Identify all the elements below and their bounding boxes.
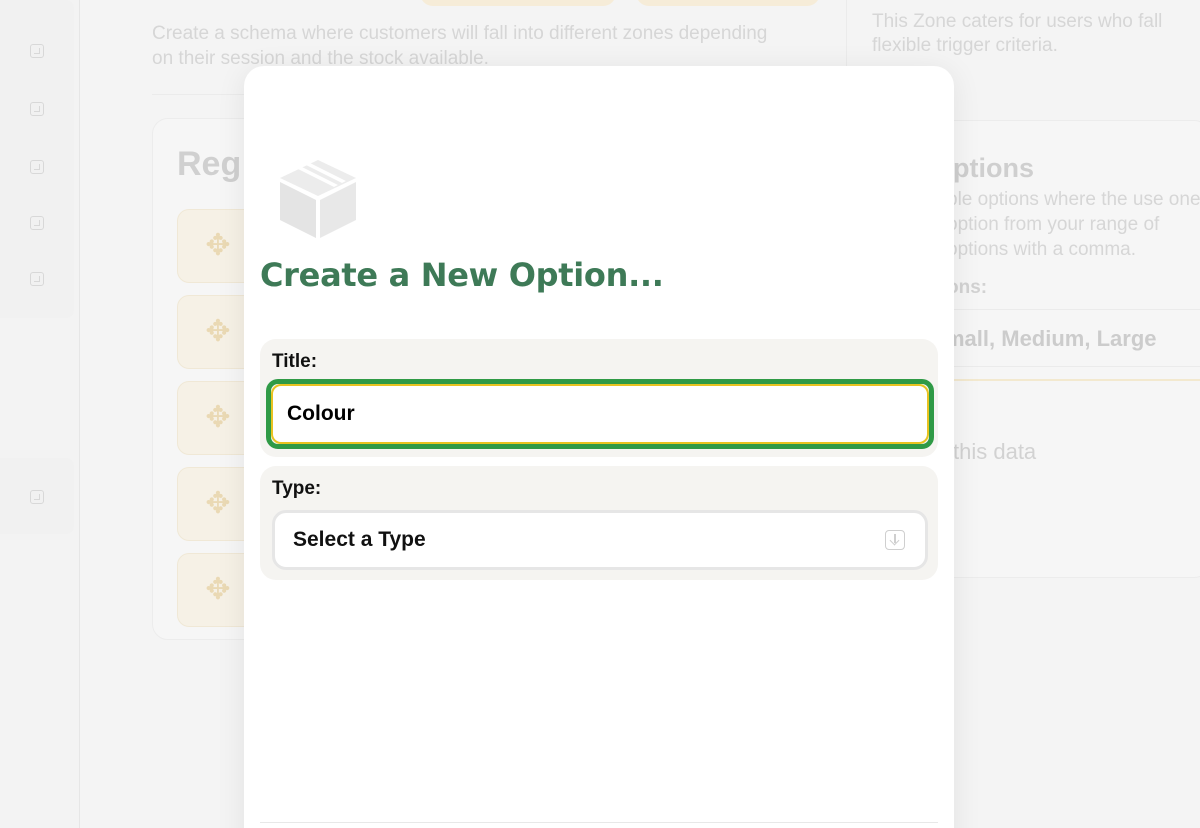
move-icon: ✥ [205,401,231,434]
rail-nav-group [0,458,74,534]
side-rail [0,0,80,828]
rail-nav-icon[interactable] [30,216,44,230]
title-field-group: Title: [260,339,938,457]
modal-footer-divider [260,822,938,823]
bg-options-description: ble options where the use one option fro… [947,189,1200,260]
bg-options-values: mall, Medium, Large [945,309,1200,367]
rail-nav-icon[interactable] [30,272,44,286]
move-icon: ✥ [205,229,231,262]
bg-options-title: ptions [953,153,1034,183]
rail-nav-icon[interactable] [30,102,44,116]
rail-nav-group [0,0,74,318]
bg-tab-pill [420,0,616,6]
bg-card-title: Reg [177,145,242,183]
type-field-group: Type: Select a Type [260,466,938,580]
title-field-label: Title: [272,351,318,372]
modal-title: Create a New Option... [260,256,664,294]
chevron-down-icon [885,530,905,550]
bg-zone-description-right: This Zone caters for users who fall flex… [872,11,1163,56]
bg-tab-pill [636,0,820,6]
bg-divider [945,379,1200,381]
bg-zone-description: Create a schema where customers will fal… [152,23,768,69]
move-icon: ✥ [205,487,231,520]
create-option-modal: Create a New Option... Title: Type: Sele… [244,66,954,828]
rail-nav-icon[interactable] [30,490,44,504]
type-select[interactable]: Select a Type [272,510,928,570]
bg-no-data-text: this data [953,439,1037,464]
box-icon [280,160,356,238]
title-input[interactable] [271,384,929,444]
type-field-label: Type: [272,478,322,499]
type-select-value: Select a Type [293,528,426,551]
move-icon: ✥ [205,315,231,348]
rail-nav-icon[interactable] [30,160,44,174]
move-icon: ✥ [205,573,231,606]
rail-nav-icon[interactable] [30,44,44,58]
